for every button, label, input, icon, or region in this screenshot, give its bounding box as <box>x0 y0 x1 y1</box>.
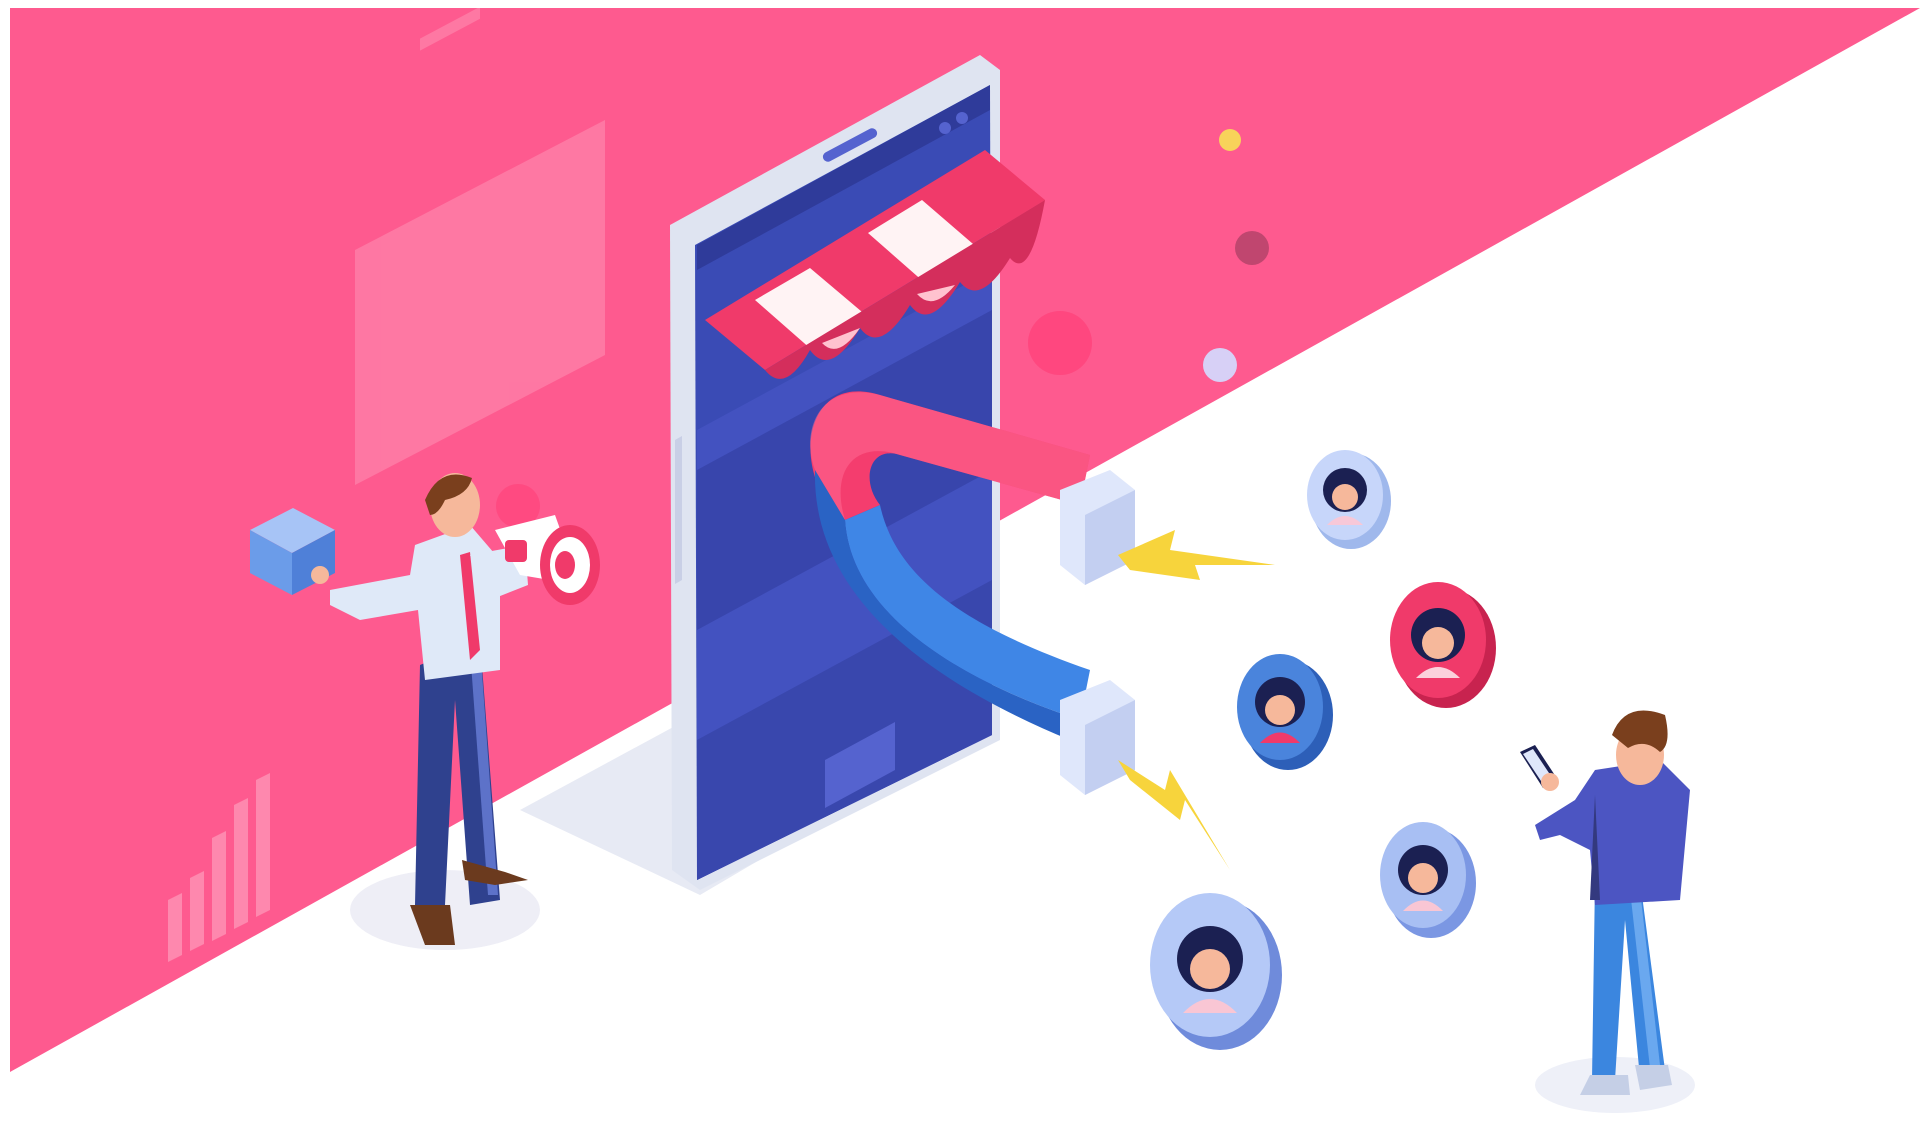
customer-avatar-token <box>1237 654 1333 770</box>
marketing-illustration <box>10 6 1920 1113</box>
lightning-bolt-lower <box>1118 760 1230 870</box>
illustration-stage <box>0 0 1931 1131</box>
lightning-bolt-upper <box>1118 530 1275 580</box>
customer-avatar-token <box>1390 582 1496 708</box>
decor-dot-violet <box>1203 348 1237 382</box>
decor-dot-maroon <box>1235 231 1269 265</box>
customer-with-phone <box>1520 710 1695 1113</box>
decor-dot-yellow <box>1219 129 1241 151</box>
decor-dot-pink <box>1028 311 1092 375</box>
customer-avatar-token <box>1380 822 1476 938</box>
customer-avatar-token <box>1150 893 1282 1050</box>
customer-avatar-token <box>1307 450 1391 549</box>
